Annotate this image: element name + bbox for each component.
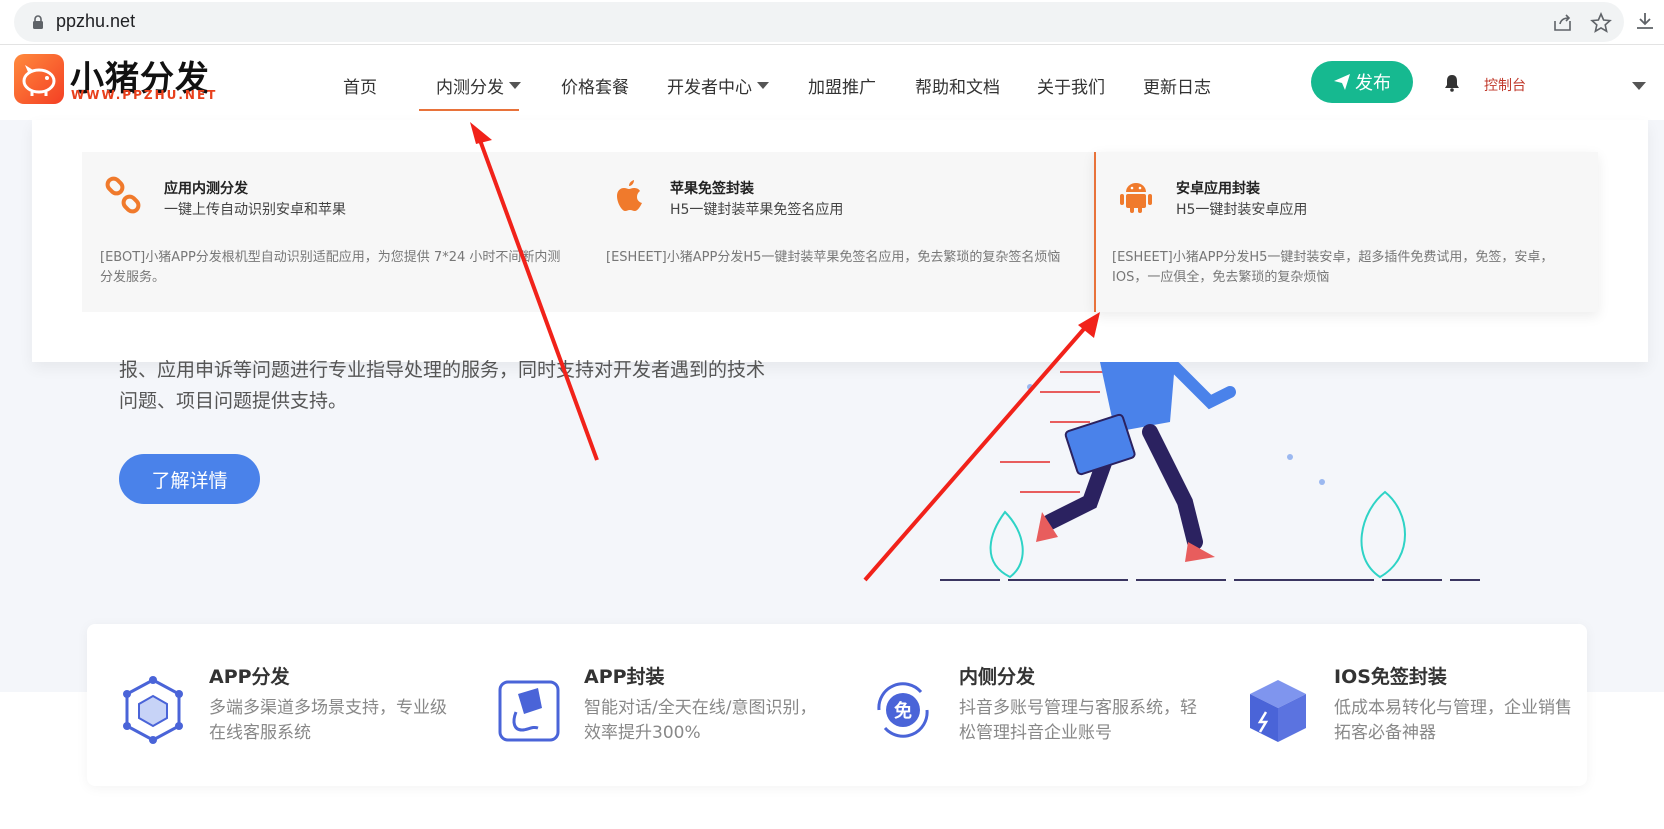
console-link[interactable]: 控制台 [1484,75,1526,95]
feature-description: 智能对话/全天在线/意图识别，效率提升300% [584,698,817,743]
feature-beta-distribution[interactable]: 免 内侧分发 抖音多账号管理与客服系统，轻松管理抖音企业账号 [837,624,1212,786]
lock-icon [33,15,43,29]
hero-description: 报、应用申诉等问题进行专业指导处理的服务，同时支持对开发者遇到的技术 问题、项目… [119,355,819,417]
card-title: 应用内测分发 [164,181,248,197]
nav-label: 加盟推广 [808,78,876,98]
feature-description: 低成本易转化与管理，企业销售拓客必备神器 [1334,698,1572,743]
free-badge-icon: 免 [877,682,929,738]
cube-network-icon [123,676,183,744]
card-description: [EBOT]小猪APP分发根机型自动识别适配应用，为您提供 7*24 小时不间断… [100,250,561,285]
nav-beta-distribution[interactable]: 内测分发 [436,73,521,98]
nav-label: 更新日志 [1143,78,1211,98]
menu-card-ios-packaging[interactable]: 苹果免签封装 H5一键封装苹果免签名应用 [ESHEET]小猪APP分发H5一键… [588,152,1094,312]
nav-developer-center[interactable]: 开发者中心 [667,73,769,98]
nav-help-docs[interactable]: 帮助和文档 [915,73,1000,98]
svg-text:免: 免 [894,700,912,722]
caret-down-icon [757,82,769,89]
android-icon [1120,183,1152,213]
download-icon[interactable] [1634,10,1656,32]
nav-home[interactable]: 首页 [343,73,377,98]
nav-about[interactable]: 关于我们 [1037,73,1105,98]
nav-label: 价格套餐 [561,78,629,98]
card-description: [ESHEET]小猪APP分发H5一键封装苹果免签名应用，免去繁琐的复杂签名烦恼 [606,250,1061,265]
hero-line: 问题、项目问题提供支持。 [119,390,348,412]
feature-card: APP分发 多端多渠道多场景支持，专业级在线客服系统 APP封装 智能对话/全天… [87,624,1587,786]
menu-card-app-distribution[interactable]: 应用内测分发 一键上传自动识别安卓和苹果 [EBOT]小猪APP分发根机型自动识… [82,152,588,312]
nav-active-underline [419,109,519,111]
nav-pricing[interactable]: 价格套餐 [561,73,629,98]
address-bar[interactable]: ppzhu.net [14,2,1624,42]
feature-ios-packaging[interactable]: IOS免签封装 低成本易转化与管理，企业销售拓客必备神器 [1212,624,1587,786]
feature-title: IOS免签封装 [1334,666,1447,688]
menu-card-android-packaging[interactable]: 安卓应用封装 H5一键封装安卓应用 [ESHEET]小猪APP分发H5一键封装安… [1094,152,1598,312]
nav-label: 开发者中心 [667,78,752,98]
card-title: 安卓应用封装 [1176,181,1260,197]
account-dropdown-icon[interactable] [1632,82,1646,90]
browser-toolbar: ppzhu.net [0,0,1664,45]
pig-logo-icon[interactable] [14,54,64,104]
card-title: 苹果免签封装 [670,181,754,197]
nav-label: 帮助和文档 [915,78,1000,98]
nav-label: 内测分发 [436,78,504,98]
nav-changelog[interactable]: 更新日志 [1143,73,1211,98]
learn-more-button[interactable]: 了解详情 [119,454,260,504]
box-icon [1250,680,1306,742]
feature-title: 内侧分发 [959,666,1036,688]
publish-button[interactable]: 发布 [1311,61,1413,103]
feature-description: 抖音多账号管理与客服系统，轻松管理抖音企业账号 [959,698,1197,743]
feature-app-distribution[interactable]: APP分发 多端多渠道多场景支持，专业级在线客服系统 [87,624,462,786]
beta-distribution-dropdown: 应用内测分发 一键上传自动识别安卓和苹果 [EBOT]小猪APP分发根机型自动识… [32,120,1648,362]
card-subtitle: H5一键封装安卓应用 [1176,202,1308,218]
logo-subtitle: WWW.PPZHU.NET [71,88,218,102]
card-subtitle: 一键上传自动识别安卓和苹果 [164,202,346,218]
running-businessman-illustration [940,362,1480,581]
nav-label: 关于我们 [1037,78,1105,98]
card-description: [ESHEET]小猪APP分发H5一键封装安卓，超多插件免费试用，免签，安卓，I… [1112,250,1554,285]
nav-affiliate[interactable]: 加盟推广 [808,73,876,98]
caret-down-icon [509,82,521,89]
site-header: 小猪分发 WWW.PPZHU.NET 首页 内测分发 价格套餐 开发者中心 加盟… [0,45,1664,120]
feature-title: APP分发 [209,666,290,688]
link-icon [105,176,141,214]
url-text[interactable]: ppzhu.net [56,11,135,32]
nav-label: 首页 [343,78,377,98]
share-icon[interactable] [1552,12,1574,34]
star-icon[interactable] [1590,12,1612,34]
apple-icon [617,180,642,211]
feature-title: APP封装 [584,666,665,688]
card-subtitle: H5一键封装苹果免签名应用 [670,202,844,218]
feature-app-packaging[interactable]: APP封装 智能对话/全天在线/意图识别，效率提升300% [462,624,837,786]
paper-plane-icon [1334,74,1350,90]
bell-icon[interactable] [1443,74,1461,92]
card-divider [1094,152,1096,312]
publish-label: 发布 [1355,73,1391,94]
paint-bucket-icon [498,680,560,742]
feature-description: 多端多渠道多场景支持，专业级在线客服系统 [209,698,447,743]
hero-line: 报、应用申诉等问题进行专业指导处理的服务，同时支持对开发者遇到的技术 [119,359,766,381]
